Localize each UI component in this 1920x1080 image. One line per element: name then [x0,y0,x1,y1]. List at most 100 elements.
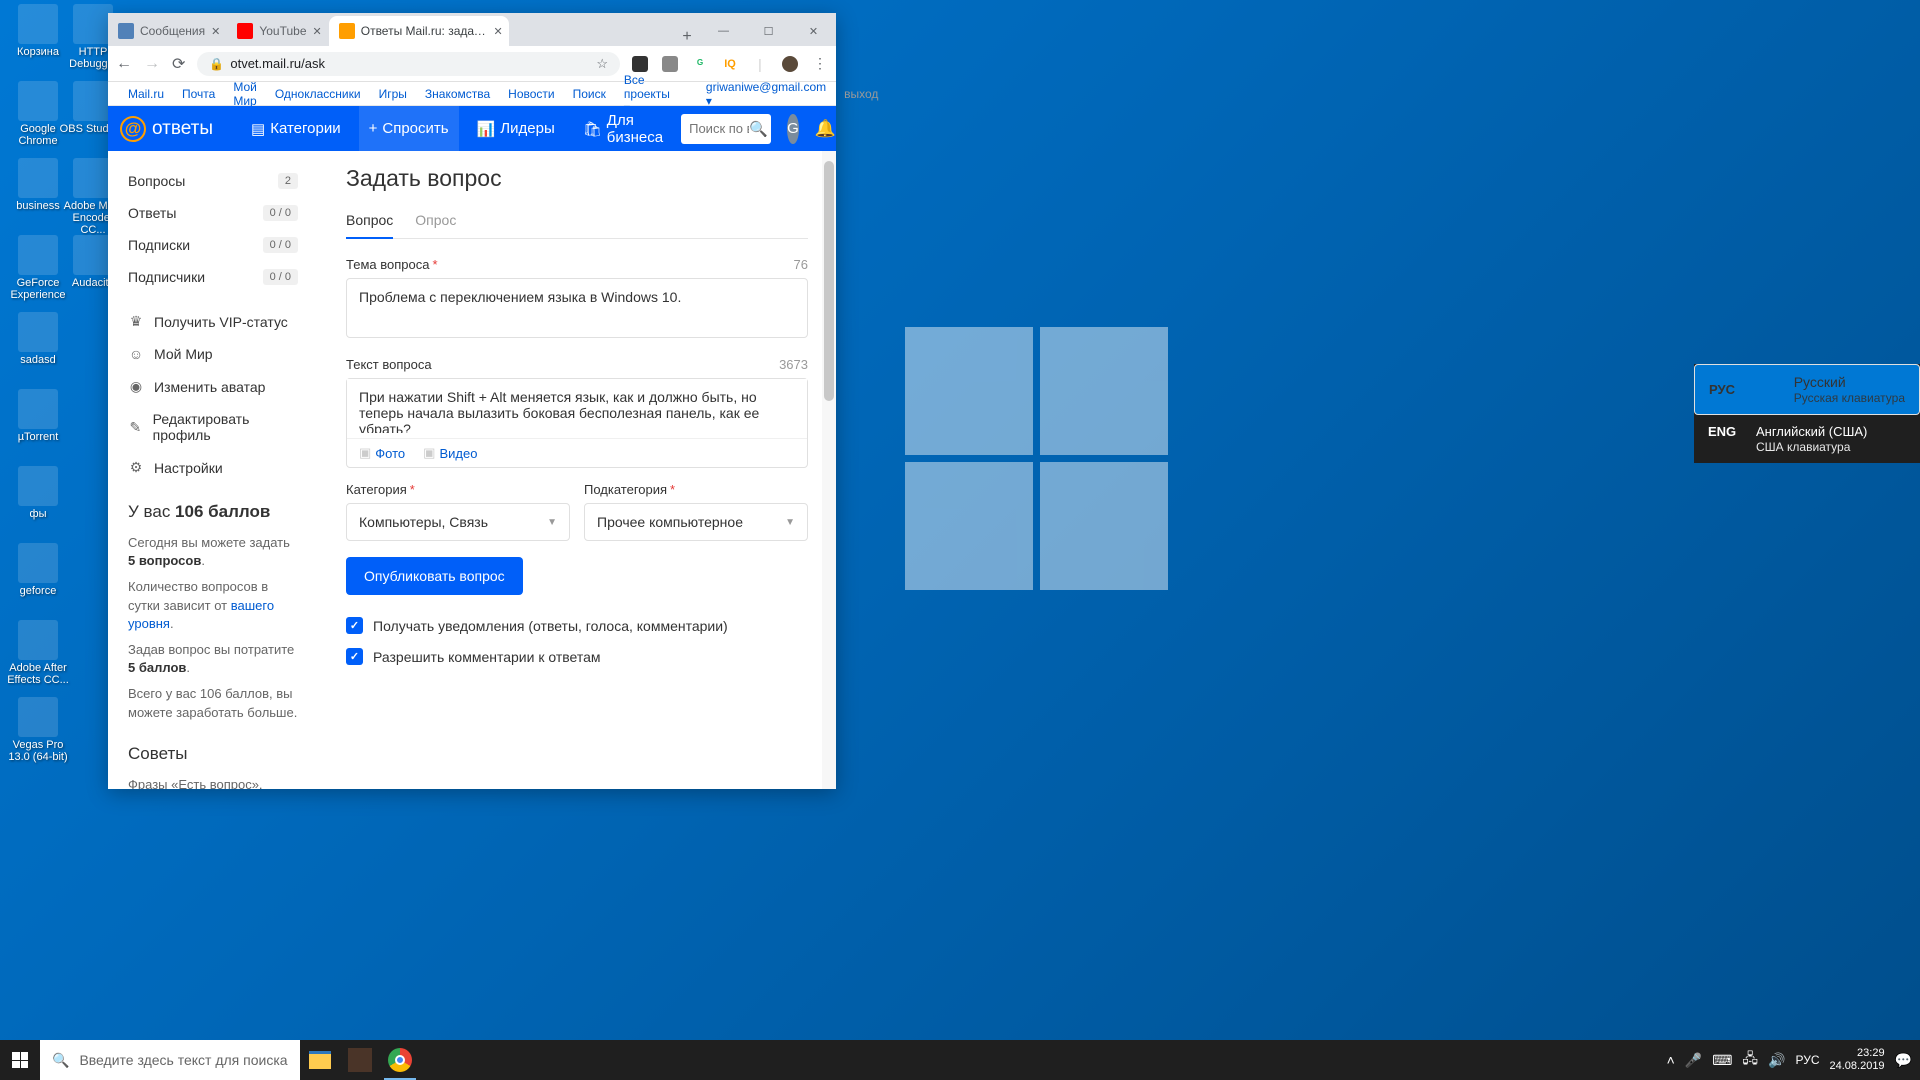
text-input[interactable] [347,379,807,433]
forward-button[interactable]: → [144,55,160,73]
check-icon: ✓ [346,648,363,665]
language-option[interactable]: РУСРусскийРусская клавиатура [1694,364,1920,415]
browser-tab[interactable]: Ответы Mail.ru: задать вопрос✕ [329,16,509,46]
tray-datetime[interactable]: 23:29 24.08.2019 [1830,1047,1885,1073]
tray-volume-icon[interactable]: 🔊 [1768,1052,1785,1069]
search-input[interactable] [689,121,749,136]
tray-notifications-icon[interactable]: 💬 [1895,1052,1912,1069]
desktop-icon[interactable]: sadasd [4,312,72,366]
user-avatar[interactable]: G [787,114,799,144]
mailru-link[interactable]: Новости [508,87,554,101]
logout-link[interactable]: выход [844,87,878,101]
text-counter: 3673 [779,357,808,372]
search-box[interactable]: 🔍 [681,114,771,144]
search-icon[interactable]: 🔍 [749,120,768,138]
address-bar: ← → ⟳ 🔒 otvet.mail.ru/ask ☆ ᴳ IQ | ⋮ [108,46,836,82]
star-icon[interactable]: ☆ [596,56,608,72]
page-title: Задать вопрос [346,165,808,192]
taskbar-explorer[interactable] [300,1040,340,1080]
taskbar-search[interactable]: 🔍 Введите здесь текст для поиска [40,1040,300,1080]
sidebar-action[interactable]: ⚙Настройки [108,451,318,484]
attach-video[interactable]: ▣Видео [423,445,477,461]
language-option[interactable]: ENGАнглийский (США)США клавиатура [1694,415,1920,463]
profile-avatar[interactable] [782,56,798,72]
reload-button[interactable]: ⟳ [172,54,185,74]
close-button[interactable]: ✕ [791,16,836,46]
nav-business[interactable]: 🛍Для бизнеса [573,106,673,151]
sidebar-action[interactable]: ♛Получить VIP-статус [108,305,318,338]
subcategory-select[interactable]: Прочее компьютерное▼ [584,503,808,541]
list-icon: ▤ [251,120,265,138]
desktop-icon[interactable]: фы [4,466,72,520]
tab-poll[interactable]: Опрос [415,206,456,238]
bell-icon[interactable]: 🔔 [815,119,836,139]
url-field[interactable]: 🔒 otvet.mail.ru/ask ☆ [197,52,620,76]
tab-question[interactable]: Вопрос [346,206,393,238]
ext-icon-3[interactable]: ᴳ [692,56,708,72]
close-tab-icon[interactable]: ✕ [494,25,503,38]
mailru-link[interactable]: Mail.ru [128,87,164,101]
nav-leaders[interactable]: 📊Лидеры [467,106,565,151]
close-tab-icon[interactable]: ✕ [313,25,322,38]
mailru-link[interactable]: Поиск [573,87,606,101]
action-icon: ♛ [128,313,144,330]
subject-input[interactable] [346,278,808,338]
tray-mic-icon[interactable]: 🎤 [1685,1052,1702,1069]
otvety-logo[interactable]: @ ответы [120,116,213,142]
checkbox-comments[interactable]: ✓Разрешить комментарии к ответам [346,648,808,665]
tray-network-icon[interactable]: 🖧 [1742,1048,1758,1072]
checkbox-notifications[interactable]: ✓Получать уведомления (ответы, голоса, к… [346,617,808,634]
start-button[interactable] [0,1040,40,1080]
brand-text: ответы [152,118,213,140]
close-tab-icon[interactable]: ✕ [211,25,220,38]
favicon [237,23,253,39]
points-title: У вас 106 баллов [108,484,318,530]
tray-chevron-icon[interactable]: ˄ [1667,1052,1675,1068]
lock-icon: 🔒 [209,57,224,71]
minimize-button[interactable]: — [701,16,746,46]
taskbar-app[interactable] [340,1040,380,1080]
scrollbar[interactable] [822,151,836,789]
publish-button[interactable]: Опубликовать вопрос [346,557,523,595]
menu-button[interactable]: ⋮ [812,56,828,72]
taskbar-chrome[interactable] [380,1040,420,1080]
mailru-link[interactable]: Почта [182,87,215,101]
nav-ask[interactable]: +Спросить [359,106,459,151]
tray-language[interactable]: РУС [1795,1053,1819,1067]
chevron-down-icon: ▼ [547,517,557,528]
sidebar-action[interactable]: ✎Редактировать профиль [108,403,318,451]
mailru-link[interactable]: Игры [379,87,407,101]
mailru-link[interactable]: Мой Мир [233,80,257,108]
back-button[interactable]: ← [116,55,132,73]
category-select[interactable]: Компьютеры, Связь▼ [346,503,570,541]
browser-tab[interactable]: Сообщения✕ [108,16,226,46]
attach-photo[interactable]: ▣Фото [359,445,405,461]
ext-icon-4[interactable]: IQ [722,56,738,72]
sidebar-stat[interactable]: Подписки0 / 0 [108,229,318,261]
desktop-icon[interactable]: Adobe After Effects CC... [4,620,72,686]
mailru-link[interactable]: Одноклассники [275,87,361,101]
desktop-icon[interactable]: geforce [4,543,72,597]
url-text: otvet.mail.ru/ask [230,56,325,71]
tab-strip: Сообщения✕YouTube✕Ответы Mail.ru: задать… [108,16,673,46]
sidebar-action[interactable]: ◉Изменить аватар [108,370,318,403]
level-link[interactable]: вашего уровня [128,598,274,631]
new-tab-button[interactable]: + [673,28,701,46]
tray-keyboard-icon[interactable]: ⌨ [1712,1052,1732,1069]
sidebar-stat[interactable]: Подписчики0 / 0 [108,261,318,293]
sidebar-action[interactable]: ☺Мой Мир [108,338,318,370]
nav-categories[interactable]: ▤Категории [241,106,351,151]
browser-tab[interactable]: YouTube✕ [227,16,327,46]
maximize-button[interactable]: ☐ [746,16,791,46]
mailru-link[interactable]: Знакомства [425,87,490,101]
user-email[interactable]: griwaniwe@gmail.com ▾ [706,80,826,108]
ext-icon-1[interactable] [632,56,648,72]
sidebar-stat[interactable]: Ответы0 / 0 [108,197,318,229]
favicon [339,23,355,39]
sidebar-stat[interactable]: Вопросы2 [108,165,318,197]
subject-label: Тема вопроса [346,257,429,272]
scroll-thumb[interactable] [824,161,834,401]
desktop-icon[interactable]: µTorrent [4,389,72,443]
ext-icon-2[interactable] [662,56,678,72]
desktop-icon[interactable]: Vegas Pro 13.0 (64-bit) [4,697,72,763]
